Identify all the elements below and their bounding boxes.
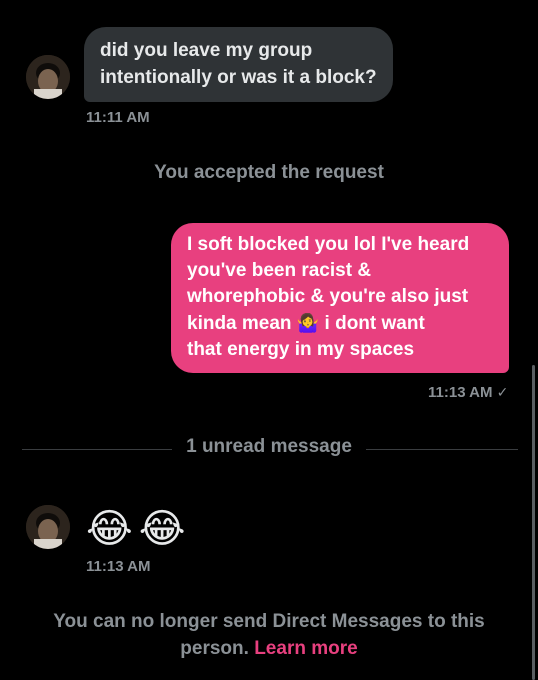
- avatar[interactable]: [26, 55, 70, 99]
- checkmark-icon: ✓: [496, 384, 509, 400]
- system-message: You accepted the request: [154, 162, 384, 183]
- outgoing-message-bubble[interactable]: I soft blocked you lol I've heard you've…: [171, 223, 509, 373]
- scrollbar[interactable]: [532, 365, 535, 680]
- notice-text-line2: person. Learn more: [0, 635, 538, 662]
- message-text-line: did you leave my group: [100, 40, 313, 61]
- divider-right: [366, 449, 518, 450]
- dm-restriction-notice: You can no longer send Direct Messages t…: [0, 608, 538, 662]
- message-text-line: kinda mean 🤷‍♀️ i dont want: [187, 310, 493, 337]
- message-timestamp: 11:13 AM: [428, 384, 493, 401]
- message-text-line: intentionally or was it a block?: [100, 67, 377, 88]
- message-text-line: whorephobic & you're also just: [187, 286, 469, 307]
- message-timestamp: 11:11 AM: [86, 109, 150, 126]
- message-text-fragment: i dont want: [324, 313, 425, 334]
- learn-more-link[interactable]: Learn more: [254, 638, 357, 659]
- message-timestamp-row: 11:13 AM ✓: [428, 384, 508, 401]
- notice-text: person.: [180, 638, 249, 659]
- message-timestamp: 11:13 AM: [86, 558, 151, 575]
- notice-text: You can no longer send Direct Messages t…: [53, 611, 485, 632]
- incoming-message-bubble[interactable]: did you leave my group intentionally or …: [84, 27, 393, 102]
- avatar[interactable]: [26, 505, 70, 549]
- message-text-fragment: kinda mean: [187, 313, 292, 334]
- woman-shrugging-emoji: 🤷‍♀️: [296, 313, 320, 333]
- message-text-line: that energy in my spaces: [187, 339, 415, 360]
- message-text-line: I soft blocked you lol I've heard: [187, 234, 470, 255]
- emoji-message[interactable]: 😂😂: [86, 505, 191, 553]
- unread-divider-label: 1 unread message: [186, 436, 352, 457]
- message-text-line: you've been racist &: [187, 260, 372, 281]
